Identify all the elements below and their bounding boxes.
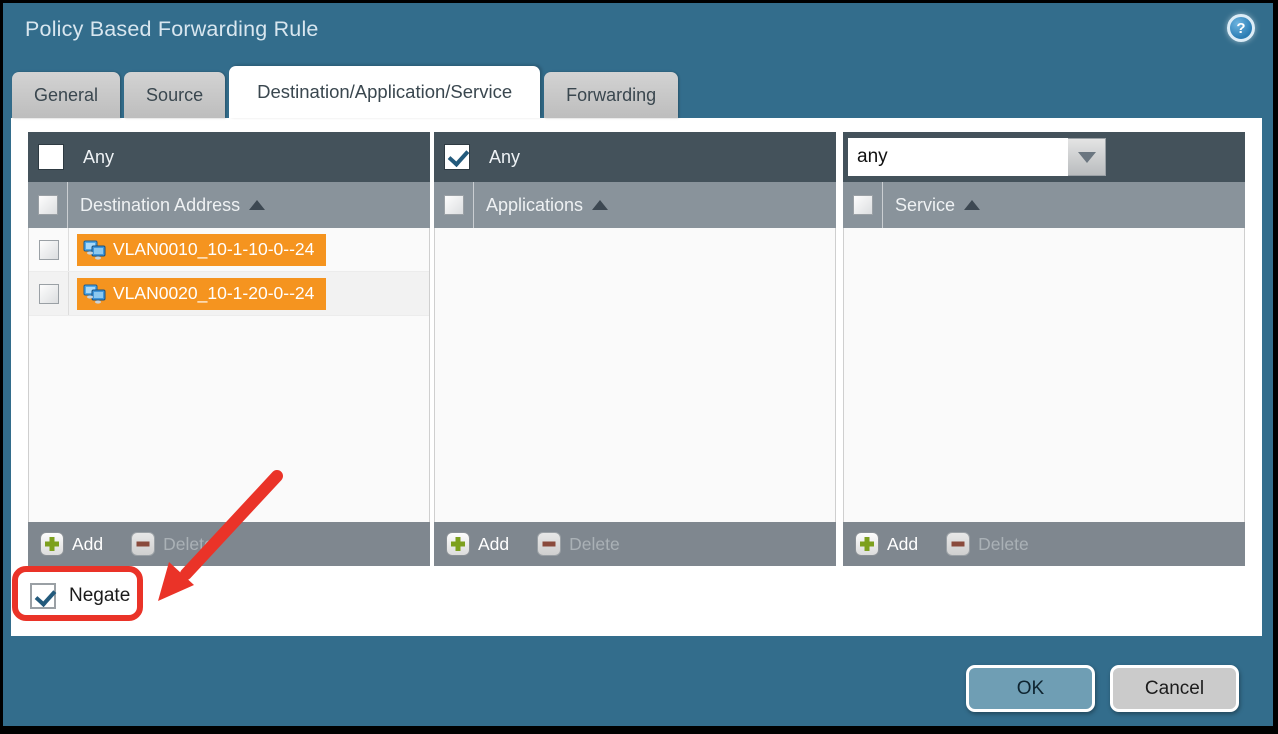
delete-button-label: Delete bbox=[978, 534, 1029, 555]
service-dropdown-button[interactable] bbox=[1068, 138, 1106, 176]
destination-column-header[interactable]: Destination Address bbox=[80, 195, 265, 216]
destination-header-label: Destination Address bbox=[80, 195, 240, 216]
ok-button[interactable]: OK bbox=[966, 665, 1095, 712]
destination-add-button[interactable]: Add bbox=[40, 532, 103, 556]
plus-icon bbox=[446, 532, 470, 556]
destination-toolbar: Add Delete bbox=[28, 522, 430, 566]
row-checkbox-cell bbox=[29, 272, 69, 315]
applications-add-button[interactable]: Add bbox=[446, 532, 509, 556]
minus-icon bbox=[946, 532, 970, 556]
service-header-row: Service bbox=[843, 182, 1245, 228]
service-combo-bar bbox=[843, 132, 1245, 182]
negate-label: Negate bbox=[69, 585, 130, 607]
applications-any-checkbox[interactable] bbox=[444, 144, 470, 170]
applications-column: Any Applications Add Delete bbox=[434, 132, 836, 566]
add-button-label: Add bbox=[478, 534, 509, 555]
sort-ascending-icon bbox=[249, 200, 265, 210]
destination-select-all-checkbox[interactable] bbox=[38, 195, 58, 215]
minus-icon bbox=[537, 532, 561, 556]
plus-icon bbox=[40, 532, 64, 556]
destination-list: VLAN0010_10-1-10-0--24 VLAN00 bbox=[28, 228, 430, 522]
list-item[interactable]: VLAN0020_10-1-20-0--24 bbox=[29, 272, 429, 316]
service-header-label: Service bbox=[895, 195, 955, 216]
destination-any-bar: Any bbox=[28, 132, 430, 182]
applications-delete-button[interactable]: Delete bbox=[537, 532, 620, 556]
service-toolbar: Add Delete bbox=[843, 522, 1245, 566]
applications-list bbox=[434, 228, 836, 522]
destination-any-label: Any bbox=[83, 147, 114, 168]
address-object-tag[interactable]: VLAN0010_10-1-10-0--24 bbox=[77, 234, 326, 266]
delete-button-label: Delete bbox=[569, 534, 620, 555]
applications-column-header[interactable]: Applications bbox=[486, 195, 608, 216]
pbf-rule-dialog: Policy Based Forwarding Rule ? General S… bbox=[0, 0, 1278, 734]
applications-header-label: Applications bbox=[486, 195, 583, 216]
help-icon[interactable]: ? bbox=[1227, 14, 1255, 42]
destination-delete-button[interactable]: Delete bbox=[131, 532, 214, 556]
add-button-label: Add bbox=[887, 534, 918, 555]
dialog-title: Policy Based Forwarding Rule bbox=[25, 17, 319, 42]
tab-bar: General Source Destination/Application/S… bbox=[12, 66, 678, 118]
service-delete-button[interactable]: Delete bbox=[946, 532, 1029, 556]
address-object-name: VLAN0020_10-1-20-0--24 bbox=[113, 283, 314, 304]
tab-destination-application-service[interactable]: Destination/Application/Service bbox=[229, 66, 540, 118]
cancel-button[interactable]: Cancel bbox=[1110, 665, 1239, 712]
destination-address-column: Any Destination Address bbox=[28, 132, 430, 566]
applications-select-all-checkbox[interactable] bbox=[444, 195, 464, 215]
negate-control: Negate bbox=[30, 583, 130, 609]
minus-icon bbox=[131, 532, 155, 556]
row-checkbox[interactable] bbox=[39, 240, 59, 260]
service-column-header[interactable]: Service bbox=[895, 195, 980, 216]
row-checkbox-cell bbox=[29, 228, 69, 271]
tab-source[interactable]: Source bbox=[124, 72, 225, 118]
address-object-tag[interactable]: VLAN0020_10-1-20-0--24 bbox=[77, 278, 326, 310]
chevron-down-icon bbox=[1078, 152, 1096, 163]
tab-forwarding[interactable]: Forwarding bbox=[544, 72, 678, 118]
tab-general[interactable]: General bbox=[12, 72, 120, 118]
address-object-name: VLAN0010_10-1-10-0--24 bbox=[113, 239, 314, 260]
sort-ascending-icon bbox=[592, 200, 608, 210]
row-checkbox[interactable] bbox=[39, 284, 59, 304]
service-add-button[interactable]: Add bbox=[855, 532, 918, 556]
applications-any-bar: Any bbox=[434, 132, 836, 182]
add-button-label: Add bbox=[72, 534, 103, 555]
list-item[interactable]: VLAN0010_10-1-10-0--24 bbox=[29, 228, 429, 272]
negate-checkbox[interactable] bbox=[30, 583, 56, 609]
applications-header-row: Applications bbox=[434, 182, 836, 228]
service-column: Service Add Delete bbox=[843, 132, 1245, 566]
applications-toolbar: Add Delete bbox=[434, 522, 836, 566]
service-dropdown-input[interactable] bbox=[848, 138, 1068, 176]
sort-ascending-icon bbox=[964, 200, 980, 210]
question-mark-glyph: ? bbox=[1236, 20, 1245, 37]
destination-any-checkbox[interactable] bbox=[38, 144, 64, 170]
service-list bbox=[843, 228, 1245, 522]
network-address-icon bbox=[83, 240, 106, 260]
destination-header-row: Destination Address bbox=[28, 182, 430, 228]
delete-button-label: Delete bbox=[163, 534, 214, 555]
service-header-checkbox-cell bbox=[843, 182, 883, 228]
destination-header-checkbox-cell bbox=[28, 182, 68, 228]
plus-icon bbox=[855, 532, 879, 556]
applications-header-checkbox-cell bbox=[434, 182, 474, 228]
applications-any-label: Any bbox=[489, 147, 520, 168]
network-address-icon bbox=[83, 284, 106, 304]
service-select-all-checkbox[interactable] bbox=[853, 195, 873, 215]
